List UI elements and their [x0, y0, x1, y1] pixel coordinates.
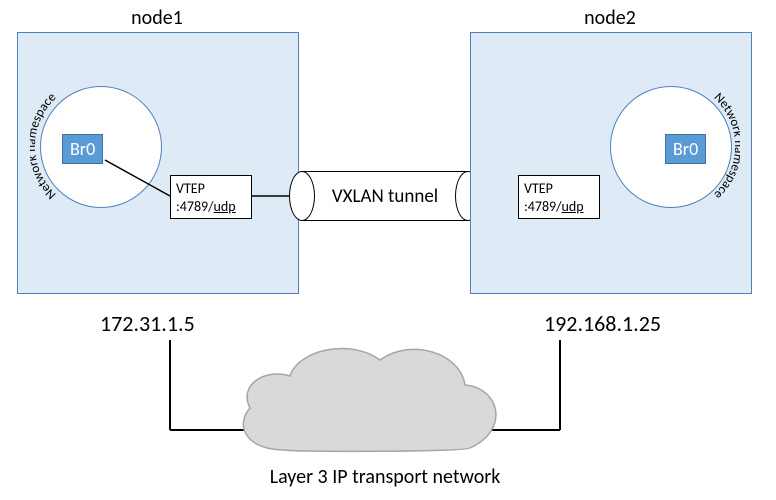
- node2-vtep-proto: udp: [562, 198, 584, 215]
- node2-title: node2: [470, 6, 750, 30]
- node2-namespace-label: Network namespace: [711, 90, 740, 202]
- svg-text:Network namespace: Network namespace: [711, 90, 740, 202]
- node2-ip: 192.168.1.25: [544, 310, 661, 337]
- transport-label: Layer 3 IP transport network: [205, 465, 565, 489]
- node2-vtep: VTEP :4789/udp: [518, 175, 600, 219]
- node2-vtep-line1: VTEP: [524, 180, 553, 197]
- tunnel-label: VXLAN tunnel: [290, 171, 480, 221]
- node2-bridge: Br0: [665, 134, 706, 164]
- node2-vtep-port: :4789/: [524, 198, 562, 215]
- vxlan-tunnel: VXLAN tunnel: [290, 171, 480, 221]
- cloud-icon: [220, 330, 520, 465]
- node1-ip: 172.31.1.5: [100, 310, 195, 337]
